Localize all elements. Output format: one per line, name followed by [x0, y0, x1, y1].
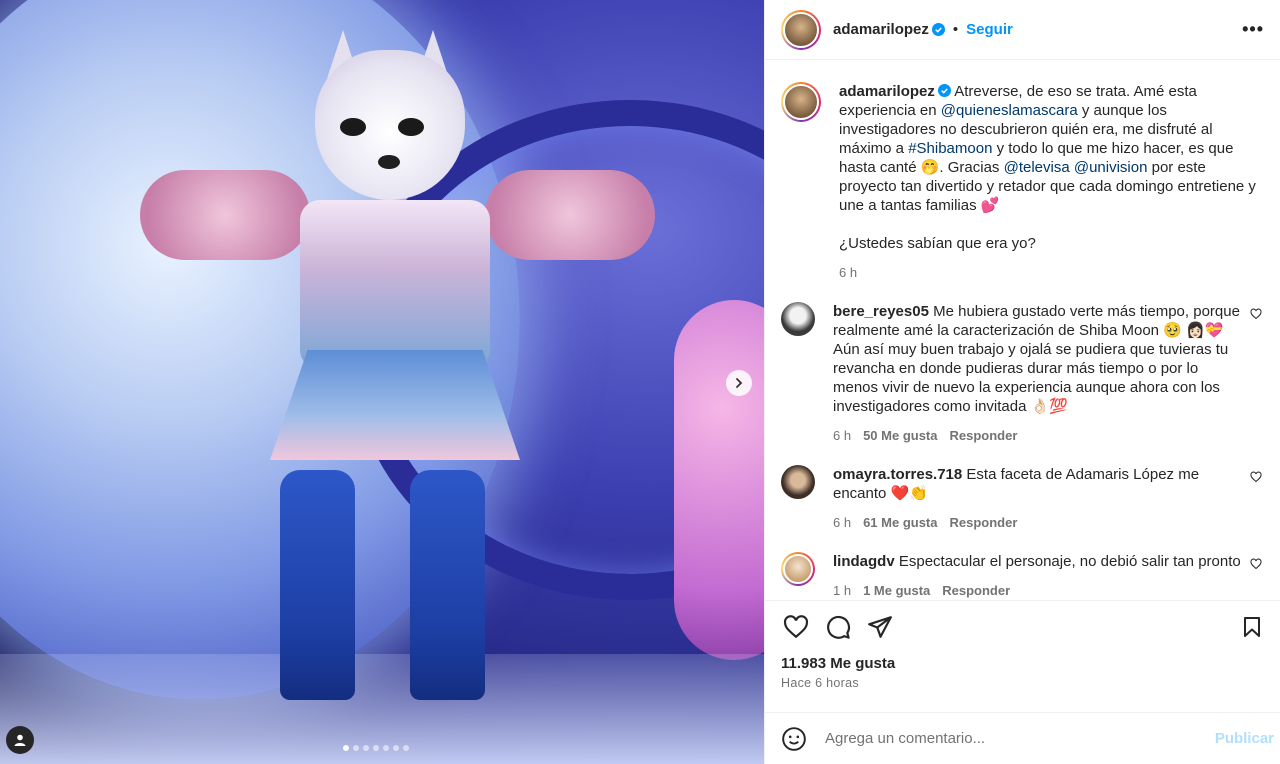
caption-author-avatar[interactable]	[781, 82, 821, 122]
costume-boot-right	[410, 470, 485, 700]
hashtag-link[interactable]: #Shibamoon	[908, 140, 992, 157]
carousel-dot	[343, 745, 349, 751]
smiley-icon[interactable]	[781, 726, 807, 752]
commenter-avatar[interactable]	[781, 552, 815, 586]
post-header: adamarilopez • Seguir •••	[765, 0, 1280, 60]
mention-link[interactable]: @quieneslamascara	[941, 102, 1078, 119]
mention-link[interactable]: @televisa	[1004, 159, 1070, 176]
paper-plane-icon[interactable]	[867, 614, 893, 640]
post-actions: 11.983 Me gusta Hace 6 horas	[765, 600, 1280, 712]
pink-costume-partial	[674, 300, 764, 660]
verified-badge-icon	[931, 23, 945, 36]
carousel-indicator	[343, 745, 409, 751]
heart-icon[interactable]	[1250, 558, 1262, 570]
reply-button[interactable]: Responder	[950, 513, 1018, 532]
comment-likes[interactable]: 61 Me gusta	[863, 513, 937, 532]
user-tag-icon	[14, 734, 26, 746]
post-caption: adamarilopez Atreverse, de eso se trata.…	[781, 82, 1264, 282]
carousel-dot	[383, 745, 389, 751]
carousel-dot	[403, 745, 409, 751]
costume-eye-right	[398, 118, 424, 136]
carousel-dot	[373, 745, 379, 751]
caption-time[interactable]: 6 h	[839, 263, 857, 282]
more-options-button[interactable]: •••	[1242, 19, 1264, 40]
post-timestamp[interactable]: Hace 6 horas	[781, 676, 1264, 690]
comment-time[interactable]: 6 h	[833, 426, 851, 445]
comment-item: lindagdv Espectacular el personaje, no d…	[781, 552, 1264, 600]
commenter-avatar[interactable]	[781, 302, 815, 336]
carousel-next-button[interactable]	[726, 370, 752, 396]
post-side-panel: adamarilopez • Seguir ••• adamarilopez A…	[764, 0, 1280, 764]
comment-item: bere_reyes05 Me hubiera gustado verte má…	[781, 302, 1264, 445]
comment-time[interactable]: 6 h	[833, 513, 851, 532]
author-avatar[interactable]	[781, 9, 821, 50]
caption-question: ¿Ustedes sabían que era yo?	[839, 235, 1036, 252]
costume-boot-left	[280, 470, 355, 700]
author-username[interactable]: adamarilopez	[833, 21, 929, 38]
publish-button[interactable]: Publicar	[1215, 730, 1274, 747]
comment-icon[interactable]	[825, 614, 851, 640]
heart-icon[interactable]	[783, 614, 809, 640]
costume-skirt	[270, 350, 520, 460]
commenter-username[interactable]: omayra.torres.718	[833, 466, 962, 483]
costume-nose	[378, 155, 400, 169]
comment-time[interactable]: 1 h	[833, 581, 851, 600]
commenter-avatar[interactable]	[781, 465, 815, 499]
commenter-username[interactable]: lindagdv	[833, 553, 895, 570]
header-separator: •	[952, 21, 959, 38]
comment-likes[interactable]: 1 Me gusta	[863, 581, 930, 600]
bookmark-icon[interactable]	[1240, 614, 1264, 640]
carousel-dot	[363, 745, 369, 751]
reply-button[interactable]: Responder	[950, 426, 1018, 445]
costume-eye-left	[340, 118, 366, 136]
comment-input[interactable]	[825, 730, 1215, 747]
user-tags-button[interactable]	[6, 726, 34, 754]
costume-torso	[300, 200, 490, 370]
comment-likes[interactable]: 50 Me gusta	[863, 426, 937, 445]
carousel-dot	[353, 745, 359, 751]
costume-arm-right	[485, 170, 655, 260]
mention-link[interactable]: @univision	[1074, 159, 1148, 176]
comment-item: omayra.torres.718 Esta faceta de Adamari…	[781, 465, 1264, 532]
add-comment-bar: Publicar	[765, 712, 1280, 764]
caption-text: adamarilopez Atreverse, de eso se trata.…	[839, 82, 1264, 215]
caption-username[interactable]: adamarilopez	[839, 83, 935, 100]
commenter-username[interactable]: bere_reyes05	[833, 303, 929, 320]
comment-text: Espectacular el personaje, no debió sali…	[898, 553, 1241, 570]
heart-icon[interactable]	[1250, 308, 1262, 320]
reply-button[interactable]: Responder	[942, 581, 1010, 600]
verified-badge-icon	[937, 84, 951, 97]
wolf-costume-figure	[140, 30, 660, 730]
costume-head	[315, 50, 465, 200]
costume-arm-left	[140, 170, 310, 260]
follow-button[interactable]: Seguir	[966, 21, 1013, 38]
chevron-right-icon	[736, 378, 743, 388]
comments-scroll-area[interactable]: adamarilopez Atreverse, de eso se trata.…	[765, 60, 1280, 600]
carousel-dot	[393, 745, 399, 751]
post-media[interactable]	[0, 0, 764, 764]
likes-count[interactable]: 11.983 Me gusta	[781, 655, 1264, 672]
heart-icon[interactable]	[1250, 471, 1262, 483]
